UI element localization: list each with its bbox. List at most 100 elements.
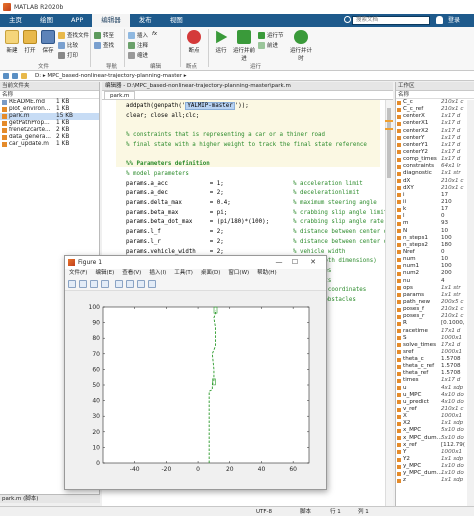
workspace-name-header[interactable]: 名称	[396, 91, 474, 99]
file-row[interactable]: README.md 1 KB	[0, 99, 99, 106]
workspace-variable[interactable]: nu 4	[396, 278, 474, 285]
file-row[interactable]: data_genera... 2 KB	[0, 134, 99, 141]
menu-file[interactable]: 文件(F)	[65, 269, 91, 278]
workspace-variable[interactable]: centerY 1x17 d	[396, 135, 474, 142]
workspace-variable[interactable]: poses_r 210x1 c	[396, 313, 474, 320]
menu-window[interactable]: 窗口(W)	[224, 269, 253, 278]
warning-marker[interactable]	[385, 128, 393, 130]
tab-apps[interactable]: APP	[62, 14, 92, 27]
plot-area[interactable]: -40 -20 0 20 40 60 0 10 20 30 40 50 60 70 80 90 100	[65, 291, 326, 489]
menu-desktop[interactable]: 桌面(D)	[197, 269, 225, 278]
workspace-variable[interactable]: solve_times 17x1 d	[396, 342, 474, 349]
workspace-variable[interactable]: ops 1x1 str	[396, 285, 474, 292]
editor-scroll-thumb[interactable]	[387, 108, 391, 178]
workspace-variable[interactable]: C_c 210x1 c	[396, 99, 474, 106]
file-row[interactable]: park.m 15 KB	[0, 113, 99, 120]
menu-tools[interactable]: 工具(T)	[170, 269, 197, 278]
figure-title-bar[interactable]: Figure 1 — ☐ ✕	[65, 256, 326, 269]
comment-button[interactable]: 注释	[128, 41, 148, 49]
workspace-variable[interactable]: i 17	[396, 192, 474, 199]
insert-button[interactable]: 插入	[128, 31, 148, 39]
find-button[interactable]: 查找	[94, 41, 114, 49]
workspace-variable[interactable]: centerX2 1x17 d	[396, 128, 474, 135]
workspace-variable[interactable]: S 1000x1	[396, 335, 474, 342]
workspace-variable[interactable]: Y 1000x1	[396, 449, 474, 456]
run-section-button[interactable]: 运行节	[258, 31, 284, 39]
workspace-variable[interactable]: sref 1000x1	[396, 349, 474, 356]
workspace-variable[interactable]: theta_c 1.5708	[396, 356, 474, 363]
workspace-variable[interactable]: u_MPC 4x10 do	[396, 392, 474, 399]
login-link[interactable]: 登录	[448, 14, 460, 27]
new-figure-icon[interactable]	[68, 280, 76, 288]
workspace-variable[interactable]: z 1x1 sdp	[396, 477, 474, 484]
insert-legend-icon[interactable]	[137, 280, 145, 288]
workspace-variable[interactable]: x_MPC_dum... 5x10 do	[396, 435, 474, 442]
workspace-variable[interactable]: y_MPC 1x10 do	[396, 463, 474, 470]
workspace-variable[interactable]: diagnostic 1x1 str	[396, 170, 474, 177]
menu-view[interactable]: 查看(V)	[118, 269, 145, 278]
workspace-variable[interactable]: centerX 1x17 d	[396, 113, 474, 120]
workspace-variable[interactable]: theta_c_ref 1.5708	[396, 363, 474, 370]
workspace-variable[interactable]: n_steps1 100	[396, 235, 474, 242]
plot-tools-icon[interactable]	[148, 280, 156, 288]
file-row[interactable]: getPathProp... 1 KB	[0, 120, 99, 127]
workspace-variable[interactable]: m 93	[396, 220, 474, 227]
workspace-variable[interactable]: dXY 210x1 c	[396, 185, 474, 192]
goto-button[interactable]: 转至	[94, 31, 114, 39]
new-button[interactable]: 新建	[2, 30, 22, 54]
fx-button[interactable]: fx	[152, 31, 157, 37]
run-button[interactable]: 运行	[211, 30, 231, 54]
open-file-icon[interactable]	[79, 280, 87, 288]
workspace-variable[interactable]: theta_ref 1.5708	[396, 370, 474, 377]
workspace-variable[interactable]: dX 210x1 c	[396, 178, 474, 185]
workspace-variable[interactable]: n_steps2 180	[396, 242, 474, 249]
workspace-variable[interactable]: u 4x1 sdp	[396, 385, 474, 392]
workspace-variable[interactable]: v_ref 210x1 c	[396, 406, 474, 413]
workspace-variable[interactable]: x_MPC 5x10 do	[396, 427, 474, 434]
menu-help[interactable]: 帮助(H)	[253, 269, 280, 278]
up-folder-icon[interactable]	[21, 72, 27, 79]
back-icon[interactable]	[3, 72, 9, 79]
tab-editor[interactable]: 编辑器	[92, 14, 130, 27]
compare-button[interactable]: 比较	[58, 41, 78, 49]
forward-icon[interactable]	[12, 72, 18, 79]
breakpoints-button[interactable]: 断点	[184, 30, 204, 54]
print-button[interactable]: 打印	[58, 51, 78, 59]
editor-tab-park[interactable]: park.m	[104, 91, 136, 99]
workspace-variable[interactable]: times 1x17 d	[396, 377, 474, 384]
workspace-variable[interactable]: centerY1 1x17 d	[396, 142, 474, 149]
workspace-variable[interactable]: C_c_ref 210x1 c	[396, 106, 474, 113]
figure-window[interactable]: Figure 1 — ☐ ✕ 文件(F) 编辑(E) 查看(V) 插入(I) 工…	[64, 255, 327, 490]
save-figure-icon[interactable]	[90, 280, 98, 288]
workspace-variable[interactable]: params 1x1 str	[396, 292, 474, 299]
workspace-variable[interactable]: centerY2 1x17 d	[396, 149, 474, 156]
print-figure-icon[interactable]	[101, 280, 109, 288]
insert-colorbar-icon[interactable]	[126, 280, 134, 288]
link-plot-icon[interactable]	[115, 280, 123, 288]
name-column-header[interactable]: 名称	[0, 91, 99, 99]
minimize-button[interactable]: —	[271, 256, 287, 269]
open-button[interactable]: 打开	[20, 30, 40, 54]
bell-icon[interactable]	[436, 16, 443, 24]
workspace-variable[interactable]: y_MPC_dum... 1x10 do	[396, 470, 474, 477]
menu-edit[interactable]: 编辑(E)	[91, 269, 118, 278]
tab-view[interactable]: 视图	[161, 14, 192, 27]
indent-button[interactable]: 缩进	[128, 51, 148, 59]
workspace-variable[interactable]: X 1000x1	[396, 413, 474, 420]
workspace-scrollbar[interactable]	[467, 100, 474, 506]
workspace-variable[interactable]: ii 210	[396, 199, 474, 206]
workspace-variable[interactable]: u_predict 4x10 do	[396, 399, 474, 406]
workspace-variable[interactable]: constraints 64x1 lr	[396, 163, 474, 170]
workspace-variable[interactable]: path_new 200x5 c	[396, 299, 474, 306]
workspace-variable[interactable]: N 10	[396, 228, 474, 235]
file-row[interactable]: car_update.m 1 KB	[0, 141, 99, 148]
workspace-variable[interactable]: R [0.1000,	[396, 320, 474, 327]
workspace-variable[interactable]: racetime 17x1 d	[396, 328, 474, 335]
workspace-variable[interactable]: l0	[396, 213, 474, 220]
file-row[interactable]: frenet2carte... 2 KB	[0, 127, 99, 134]
menu-insert[interactable]: 插入(I)	[145, 269, 170, 278]
tab-publish[interactable]: 发布	[130, 14, 161, 27]
tab-home[interactable]: 主页	[0, 14, 31, 27]
tab-plots[interactable]: 绘图	[31, 14, 62, 27]
search-docs-input[interactable]: 搜索文档	[352, 16, 430, 25]
